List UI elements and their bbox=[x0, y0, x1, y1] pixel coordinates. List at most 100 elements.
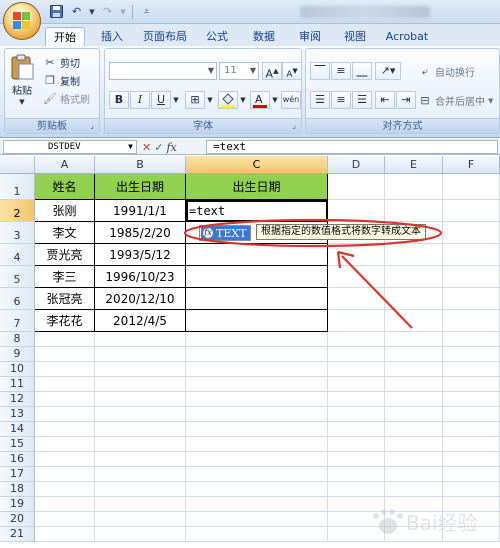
cell-f3[interactable] bbox=[443, 222, 500, 244]
align-bottom-button[interactable]: ⎽ bbox=[352, 62, 372, 80]
cell-f13[interactable] bbox=[443, 407, 500, 422]
cell-a16[interactable] bbox=[35, 452, 95, 467]
formula-input[interactable]: =text bbox=[206, 140, 498, 154]
cell-e15[interactable] bbox=[385, 437, 443, 452]
cell-b4[interactable]: 1993/5/12 bbox=[95, 244, 186, 266]
cut-button[interactable]: ✂ 剪切 bbox=[43, 55, 80, 70]
cell-c7[interactable] bbox=[186, 310, 328, 332]
cell-f6[interactable] bbox=[443, 288, 500, 310]
cell-d1[interactable] bbox=[328, 174, 385, 200]
cell-c21[interactable] bbox=[186, 527, 328, 542]
paste-button[interactable]: 粘贴 ▼ bbox=[9, 53, 35, 106]
cell-e6[interactable] bbox=[385, 288, 443, 310]
select-all-corner[interactable] bbox=[0, 156, 35, 174]
borders-button[interactable]: ⊞ bbox=[185, 91, 205, 109]
cell-f1[interactable] bbox=[443, 174, 500, 200]
cell-b18[interactable] bbox=[95, 482, 186, 497]
cell-b9[interactable] bbox=[95, 347, 186, 362]
name-box[interactable]: DSTDEV ▼ bbox=[3, 140, 137, 154]
decrease-indent-button[interactable]: ⇤ bbox=[375, 91, 395, 109]
cell-e13[interactable] bbox=[385, 407, 443, 422]
cell-b3[interactable]: 1985/2/20 bbox=[95, 222, 186, 244]
worksheet-grid[interactable]: ABCDEF 1 2 3 4 5 6 7 8 9 10 11 12 13 14 15 16 17 18 19 20 21… bbox=[0, 156, 500, 548]
format-painter-button[interactable]: 🖌 格式刷 bbox=[43, 91, 90, 106]
cell-a15[interactable] bbox=[35, 437, 95, 452]
cell-c13[interactable] bbox=[186, 407, 328, 422]
save-icon[interactable] bbox=[48, 3, 65, 20]
cell-d18[interactable] bbox=[328, 482, 385, 497]
cell-d8[interactable] bbox=[328, 332, 385, 347]
paste-dropdown-icon[interactable]: ▼ bbox=[19, 98, 24, 106]
cell-b11[interactable] bbox=[95, 377, 186, 392]
font-color-dropdown-icon[interactable]: ▼ bbox=[270, 91, 280, 109]
font-launcher-icon[interactable]: ⌟ bbox=[289, 121, 299, 131]
cell-c2[interactable]: =text bbox=[186, 200, 328, 222]
bold-button[interactable]: B bbox=[109, 91, 129, 109]
grow-font-button[interactable]: A▲ bbox=[262, 62, 282, 81]
cell-c5[interactable] bbox=[186, 266, 328, 288]
cell-a3[interactable]: 李文 bbox=[35, 222, 95, 244]
cell-c6[interactable] bbox=[186, 288, 328, 310]
underline-button[interactable]: U bbox=[151, 91, 171, 109]
cell-b15[interactable] bbox=[95, 437, 186, 452]
cell-a8[interactable] bbox=[35, 332, 95, 347]
cell-b5[interactable]: 1996/10/23 bbox=[95, 266, 186, 288]
row-header-9[interactable]: 9 bbox=[0, 347, 35, 362]
font-name-dropdown-icon[interactable]: ▼ bbox=[208, 63, 214, 79]
cell-d10[interactable] bbox=[328, 362, 385, 377]
cell-b1[interactable]: 出生日期 bbox=[95, 174, 186, 200]
cell-a10[interactable] bbox=[35, 362, 95, 377]
undo-icon[interactable]: ↶ bbox=[68, 3, 85, 20]
increase-indent-button[interactable]: ⇥ bbox=[396, 91, 416, 109]
column-header-d[interactable]: D bbox=[328, 156, 385, 174]
cell-f11[interactable] bbox=[443, 377, 500, 392]
shrink-font-button[interactable]: A▼ bbox=[282, 62, 302, 80]
cell-a2[interactable]: 张刚 bbox=[35, 200, 95, 222]
cell-c15[interactable] bbox=[186, 437, 328, 452]
cell-d14[interactable] bbox=[328, 422, 385, 437]
tab-review[interactable]: 审阅 bbox=[293, 27, 327, 46]
cell-c10[interactable] bbox=[186, 362, 328, 377]
cell-e16[interactable] bbox=[385, 452, 443, 467]
cell-d11[interactable] bbox=[328, 377, 385, 392]
cell-e12[interactable] bbox=[385, 392, 443, 407]
phonetic-button[interactable]: wén bbox=[281, 91, 301, 109]
align-middle-button[interactable]: ≡ bbox=[331, 62, 351, 80]
cell-b13[interactable] bbox=[95, 407, 186, 422]
font-size-combo[interactable]: 11 ▼ bbox=[219, 62, 259, 80]
cell-e5[interactable] bbox=[385, 266, 443, 288]
cell-b12[interactable] bbox=[95, 392, 186, 407]
cell-d17[interactable] bbox=[328, 467, 385, 482]
insert-function-icon[interactable]: fx bbox=[166, 141, 176, 154]
cell-b14[interactable] bbox=[95, 422, 186, 437]
cell-e1[interactable] bbox=[385, 174, 443, 200]
cell-f18[interactable] bbox=[443, 482, 500, 497]
cell-b6[interactable]: 2020/12/10 bbox=[95, 288, 186, 310]
row-header-21[interactable]: 21 bbox=[0, 527, 35, 542]
column-header-b[interactable]: B bbox=[95, 156, 186, 174]
cell-c4[interactable] bbox=[186, 244, 328, 266]
merge-center-button[interactable]: ⊟ 合并后居中 ▼ bbox=[418, 93, 493, 108]
cell-d2[interactable] bbox=[328, 200, 385, 222]
row-header-19[interactable]: 19 bbox=[0, 497, 35, 512]
align-right-button[interactable]: ☰ bbox=[352, 91, 372, 109]
cell-d13[interactable] bbox=[328, 407, 385, 422]
cell-e7[interactable] bbox=[385, 310, 443, 332]
row-header-16[interactable]: 16 bbox=[0, 452, 35, 467]
cell-d16[interactable] bbox=[328, 452, 385, 467]
row-header-3[interactable]: 3 bbox=[0, 222, 35, 244]
redo-icon[interactable]: ↷ bbox=[99, 3, 116, 20]
align-top-button[interactable]: ⎺ bbox=[310, 62, 330, 80]
tab-formulas[interactable]: 公式 bbox=[200, 27, 234, 46]
cell-c20[interactable] bbox=[186, 512, 328, 527]
column-header-e[interactable]: E bbox=[385, 156, 443, 174]
cell-d12[interactable] bbox=[328, 392, 385, 407]
cell-b2[interactable]: 1991/1/1 bbox=[95, 200, 186, 222]
cell-a4[interactable]: 贾光亮 bbox=[35, 244, 95, 266]
cell-c8[interactable] bbox=[186, 332, 328, 347]
row-header-17[interactable]: 17 bbox=[0, 467, 35, 482]
font-color-button[interactable]: A bbox=[250, 91, 270, 109]
cell-a17[interactable] bbox=[35, 467, 95, 482]
row-header-6[interactable]: 6 bbox=[0, 288, 35, 310]
cell-d15[interactable] bbox=[328, 437, 385, 452]
